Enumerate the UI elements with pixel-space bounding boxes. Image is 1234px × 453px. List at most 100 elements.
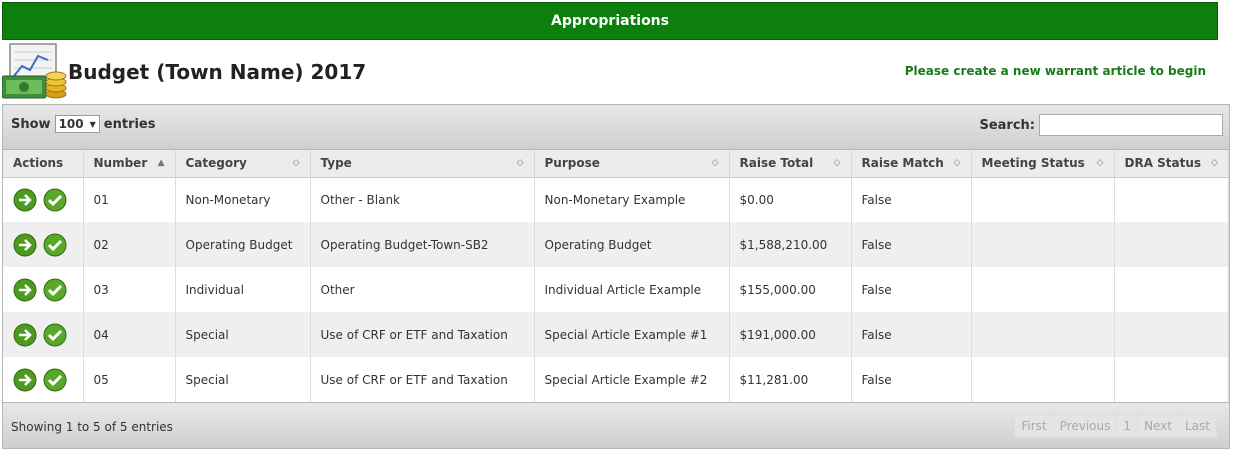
- arrow-right-icon[interactable]: [13, 323, 37, 347]
- checkmark-icon[interactable]: [43, 188, 67, 212]
- type-cell: Other: [310, 267, 535, 312]
- purpose-cell: Special Article Example #1: [534, 312, 730, 357]
- table-header-row: Actions Number ▲ Category ◇ Type ◇ Purpose ◇…: [3, 150, 1229, 178]
- purpose-cell: Individual Article Example: [534, 267, 730, 312]
- length-value: 100: [58, 117, 84, 131]
- col-dra-status[interactable]: DRA Status ◇: [1114, 150, 1229, 178]
- type-cell: Operating Budget-Town-SB2: [310, 222, 535, 267]
- col-type[interactable]: Type ◇: [310, 150, 535, 178]
- checkmark-icon[interactable]: [43, 233, 67, 257]
- budget-money-icon: [2, 43, 67, 99]
- purpose-cell: Special Article Example #2: [534, 357, 730, 402]
- raise-match-cell: False: [851, 312, 972, 357]
- checkmark-icon[interactable]: [43, 368, 67, 392]
- col-meeting-status[interactable]: Meeting Status ◇: [971, 150, 1115, 178]
- category-cell: Non-Monetary: [175, 177, 311, 222]
- pager-first[interactable]: First: [1014, 414, 1054, 438]
- sort-both-icon: ◇: [1211, 158, 1218, 168]
- col-category[interactable]: Category ◇: [175, 150, 311, 178]
- appropriations-table-container: Show 100 ▼ entries Search: Actions Numbe…: [2, 104, 1230, 449]
- appropriations-header: Appropriations: [2, 2, 1218, 40]
- search-input[interactable]: [1039, 114, 1223, 136]
- sort-both-icon: ◇: [953, 158, 961, 168]
- search-control: Search:: [979, 114, 1223, 136]
- page-title: Budget (Town Name) 2017: [68, 60, 367, 84]
- sort-asc-icon: ▲: [157, 158, 165, 168]
- dropdown-arrow-icon: ▼: [89, 119, 96, 129]
- actions-cell: [3, 222, 84, 267]
- col-raise-match[interactable]: Raise Match ◇: [851, 150, 972, 178]
- type-cell: Use of CRF or ETF and Taxation: [310, 357, 535, 402]
- appropriations-table: Actions Number ▲ Category ◇ Type ◇ Purpose ◇…: [3, 150, 1229, 402]
- actions-cell: [3, 267, 84, 312]
- type-cell: Other - Blank: [310, 177, 535, 222]
- pager-last[interactable]: Last: [1178, 414, 1217, 438]
- category-cell: Special: [175, 357, 311, 402]
- raise-match-cell: False: [851, 267, 972, 312]
- number-cell: 03: [83, 267, 176, 312]
- pager-page-1[interactable]: 1: [1116, 414, 1139, 438]
- meeting-status-cell: [971, 312, 1115, 357]
- pager-next[interactable]: Next: [1137, 414, 1179, 438]
- table-row: 01 Non-Monetary Other - Blank Non-Moneta…: [3, 177, 1229, 222]
- checkmark-icon[interactable]: [43, 278, 67, 302]
- arrow-right-icon[interactable]: [13, 188, 37, 212]
- pagination: First Previous 1 Next Last: [1014, 414, 1217, 438]
- title-row: Budget (Town Name) 2017 Please create a …: [2, 42, 1232, 104]
- purpose-cell: Non-Monetary Example: [534, 177, 730, 222]
- meeting-status-cell: [971, 267, 1115, 312]
- col-number[interactable]: Number ▲: [83, 150, 176, 178]
- header-title: Appropriations: [551, 13, 669, 29]
- arrow-right-icon[interactable]: [13, 233, 37, 257]
- table-row: 02 Operating Budget Operating Budget-Tow…: [3, 222, 1229, 267]
- sort-both-icon: ◇: [711, 158, 719, 168]
- dra-status-cell: [1114, 357, 1229, 402]
- dra-status-cell: [1114, 312, 1229, 357]
- sort-both-icon: ◇: [516, 158, 524, 168]
- purpose-cell: Operating Budget: [534, 222, 730, 267]
- sort-both-icon: ◇: [833, 158, 841, 168]
- raise-total-cell: $1,588,210.00: [729, 222, 852, 267]
- dra-status-cell: [1114, 177, 1229, 222]
- col-actions: Actions: [3, 150, 84, 178]
- meeting-status-cell: [971, 357, 1115, 402]
- table-row: 05 Special Use of CRF or ETF and Taxatio…: [3, 357, 1229, 402]
- raise-match-cell: False: [851, 222, 972, 267]
- category-cell: Individual: [175, 267, 311, 312]
- actions-cell: [3, 177, 84, 222]
- entries-length-select[interactable]: 100 ▼: [54, 115, 100, 133]
- table-row: 03 Individual Other Individual Article E…: [3, 267, 1229, 312]
- table-toolbar: Show 100 ▼ entries Search:: [3, 105, 1229, 150]
- meeting-status-cell: [971, 177, 1115, 222]
- actions-cell: [3, 312, 84, 357]
- table-footer: Showing 1 to 5 of 5 entries First Previo…: [3, 402, 1229, 448]
- col-raise-total[interactable]: Raise Total ◇: [729, 150, 852, 178]
- raise-total-cell: $191,000.00: [729, 312, 852, 357]
- raise-match-cell: False: [851, 177, 972, 222]
- checkmark-icon[interactable]: [43, 323, 67, 347]
- meeting-status-cell: [971, 222, 1115, 267]
- dra-status-cell: [1114, 267, 1229, 312]
- raise-total-cell: $0.00: [729, 177, 852, 222]
- category-cell: Special: [175, 312, 311, 357]
- table-row: 04 Special Use of CRF or ETF and Taxatio…: [3, 312, 1229, 357]
- entries-label: entries: [103, 116, 156, 132]
- raise-total-cell: $155,000.00: [729, 267, 852, 312]
- type-cell: Use of CRF or ETF and Taxation: [310, 312, 535, 357]
- dra-status-cell: [1114, 222, 1229, 267]
- show-label: Show: [11, 116, 51, 132]
- raise-total-cell: $11,281.00: [729, 357, 852, 402]
- notice-message: Please create a new warrant article to b…: [904, 64, 1206, 78]
- number-cell: 05: [83, 357, 176, 402]
- category-cell: Operating Budget: [175, 222, 311, 267]
- number-cell: 02: [83, 222, 176, 267]
- length-control: Show 100 ▼ entries: [11, 115, 156, 133]
- sort-both-icon: ◇: [292, 158, 300, 168]
- arrow-right-icon[interactable]: [13, 368, 37, 392]
- actions-cell: [3, 357, 84, 402]
- sort-both-icon: ◇: [1096, 158, 1104, 168]
- pager-previous[interactable]: Previous: [1052, 414, 1118, 438]
- arrow-right-icon[interactable]: [13, 278, 37, 302]
- col-purpose[interactable]: Purpose ◇: [534, 150, 730, 178]
- table-info: Showing 1 to 5 of 5 entries: [11, 420, 173, 434]
